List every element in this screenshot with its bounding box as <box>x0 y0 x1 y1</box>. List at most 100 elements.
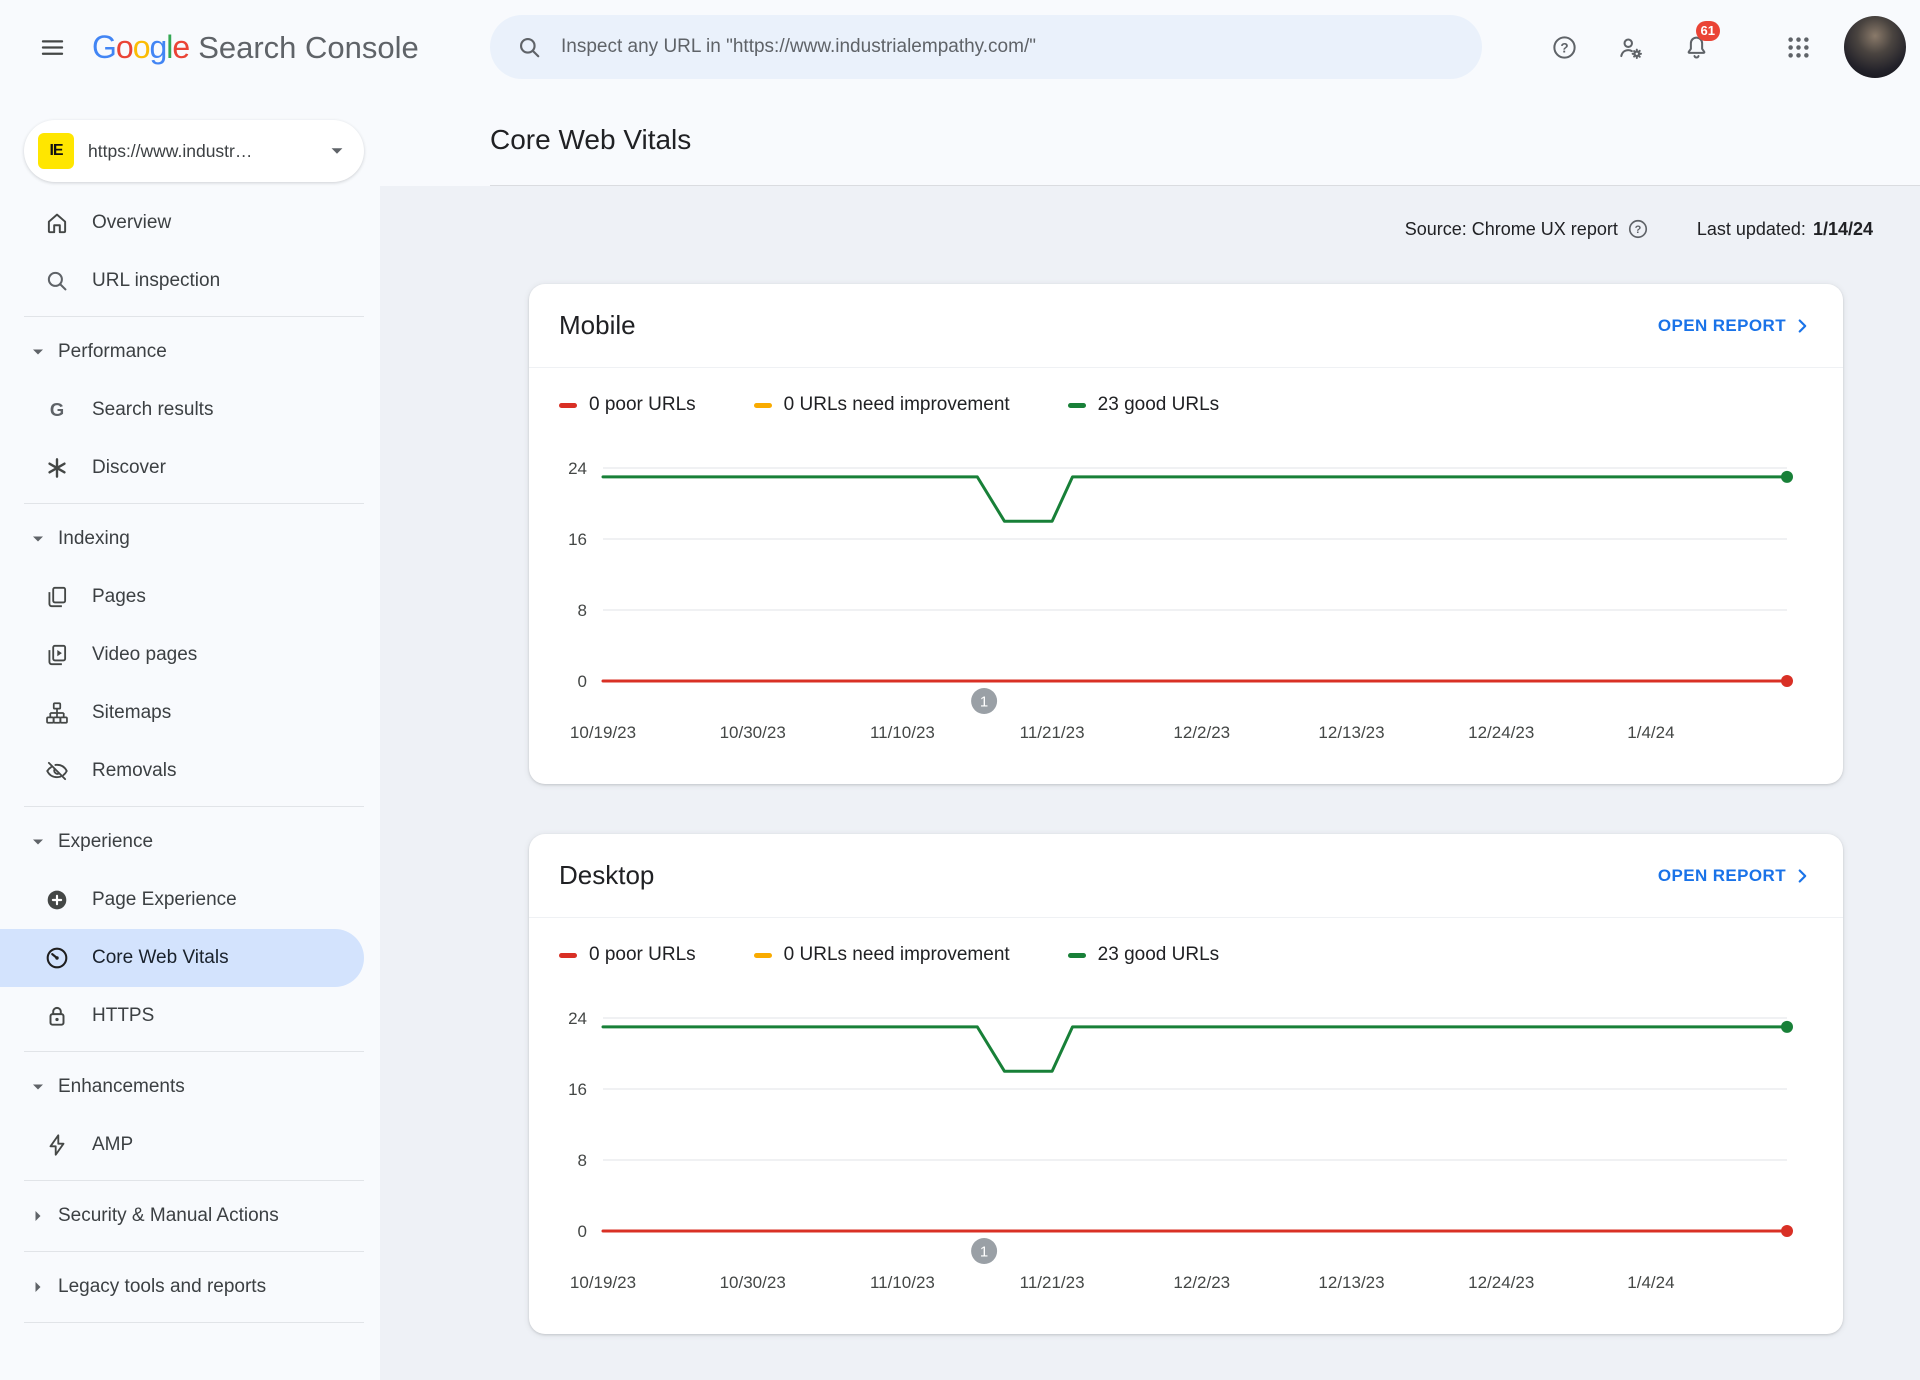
chevron-down-icon <box>26 830 50 854</box>
sidebar-item-label: Search results <box>92 399 214 420</box>
sidebar-divider <box>24 806 364 807</box>
legend-label: 0 URLs need improvement <box>783 944 1010 965</box>
chart-legend: 0 poor URLs 0 URLs need improvement 23 g… <box>559 394 1813 416</box>
chevron-down-icon <box>26 1075 50 1099</box>
legend-label: 23 good URLs <box>1097 394 1220 415</box>
google-logo-letter: o <box>132 28 151 65</box>
content-area: Source: Chrome UX report ? Last updated:… <box>380 186 1920 1380</box>
section-label: Experience <box>58 831 154 852</box>
card-header: Desktop OPEN REPORT <box>529 834 1843 918</box>
sidebar-item-video-pages[interactable]: Video pages <box>0 626 364 684</box>
legend-dash <box>753 402 772 408</box>
avatar[interactable] <box>1844 16 1906 78</box>
open-report-link[interactable]: OPEN REPORT <box>1658 865 1813 887</box>
x-tick-label: 12/2/23 <box>1173 1273 1230 1292</box>
apps-grid-icon <box>1785 34 1812 61</box>
brand: Google Search Console <box>92 29 419 66</box>
x-tick-label: 12/13/23 <box>1318 723 1384 742</box>
sidebar-section-enhancements[interactable]: Enhancements <box>0 1058 380 1116</box>
page-experience-icon <box>44 887 70 913</box>
card-title: Desktop <box>559 860 655 890</box>
sitemaps-icon <box>44 700 70 726</box>
sidebar-item-core-web-vitals[interactable]: Core Web Vitals <box>0 929 364 987</box>
sidebar-section-performance[interactable]: Performance <box>0 323 380 381</box>
sidebar-item-removals[interactable]: Removals <box>0 742 364 800</box>
legend-item: 0 poor URLs <box>559 394 696 416</box>
svg-text:?: ? <box>1560 40 1568 55</box>
sidebar-item-amp[interactable]: AMP <box>0 1116 364 1174</box>
property-selector[interactable]: IE https://www.industr… <box>24 120 364 182</box>
menu-button[interactable] <box>26 21 78 73</box>
legend-dash <box>1067 952 1086 958</box>
sidebar-nav: Overview URL inspection Performance G Search… <box>0 194 380 1323</box>
legend-item: 0 URLs need improvement <box>753 394 1010 416</box>
x-tick-label: 12/2/23 <box>1173 723 1230 742</box>
source-label: Source: Chrome UX report <box>1404 218 1618 239</box>
chart-desktop[interactable]: 0 8 16 24 10/19/23 10/30/23 11/10/23 11/21/23 12… <box>559 980 1813 1310</box>
apps-button[interactable] <box>1772 21 1824 73</box>
y-tick-label: 16 <box>568 530 587 549</box>
sidebar-item-https[interactable]: HTTPS <box>0 987 364 1045</box>
chevron-right-icon <box>26 1275 50 1299</box>
property-url: https://www.industr… <box>88 140 253 161</box>
notifications-button[interactable]: 61 <box>1670 21 1722 73</box>
removals-icon <box>44 758 70 784</box>
sidebar-item-page-experience[interactable]: Page Experience <box>0 871 364 929</box>
sidebar-section-legacy-tools-and-reports[interactable]: Legacy tools and reports <box>0 1258 380 1316</box>
url-inspection-searchbox[interactable]: Inspect any URL in "https://www.industri… <box>490 15 1482 79</box>
chevron-down-icon <box>26 527 50 551</box>
x-tick-label: 11/21/23 <box>1020 723 1085 742</box>
sidebar-item-label: Sitemaps <box>92 702 172 723</box>
sidebar-item-sitemaps[interactable]: Sitemaps <box>0 684 364 742</box>
sidebar-item-discover[interactable]: Discover <box>0 439 364 497</box>
sidebar-item-label: Pages <box>92 586 146 607</box>
sidebar-section-indexing[interactable]: Indexing <box>0 510 380 568</box>
x-tick-label: 1/4/24 <box>1627 723 1674 742</box>
legend-label: 0 poor URLs <box>589 394 696 415</box>
product-name: Search Console <box>198 29 419 65</box>
sidebar-divider <box>24 503 364 504</box>
sidebar-item-url-inspection[interactable]: URL inspection <box>0 252 364 310</box>
chevron-right-icon <box>26 1204 50 1228</box>
chart-legend: 0 poor URLs 0 URLs need improvement 23 g… <box>559 944 1813 966</box>
sidebar-item-search-results[interactable]: G Search results <box>0 381 364 439</box>
sidebar-item-label: Removals <box>92 760 177 781</box>
report-meta: Source: Chrome UX report ? Last updated:… <box>529 186 1873 240</box>
help-button[interactable]: ? <box>1538 21 1590 73</box>
sidebar-section-security-manual-actions[interactable]: Security & Manual Actions <box>0 1187 380 1245</box>
sidebar-divider <box>24 1051 364 1052</box>
y-tick-label: 16 <box>568 1080 587 1099</box>
section-label: Indexing <box>58 528 130 549</box>
chevron-right-icon <box>1791 865 1813 887</box>
sidebar-section-experience[interactable]: Experience <box>0 813 380 871</box>
legend-dash <box>1067 402 1086 408</box>
help-icon: ? <box>1551 34 1578 61</box>
legend-label: 0 poor URLs <box>589 944 696 965</box>
sidebar-item-label: Discover <box>92 457 166 478</box>
info-icon[interactable]: ? <box>1627 218 1649 240</box>
account-settings-button[interactable] <box>1604 21 1656 73</box>
y-tick-label: 0 <box>578 672 587 691</box>
video-icon <box>44 642 70 668</box>
google-search-console-app: Google Search Console Inspect any URL in… <box>0 0 1920 1380</box>
notification-badge: 61 <box>1695 21 1720 41</box>
legend-dash <box>753 952 772 958</box>
site-favicon: IE <box>38 133 74 169</box>
chart-mobile[interactable]: 0 8 16 24 10/19/23 10/30/23 11/10/23 11/21/23 12… <box>559 430 1813 760</box>
pages-icon <box>44 584 70 610</box>
topbar-actions: ? 61 <box>1538 0 1906 94</box>
x-tick-label: 12/24/23 <box>1468 1273 1534 1292</box>
sidebar-item-overview[interactable]: Overview <box>0 194 364 252</box>
poor-urls-endpoint <box>1781 1225 1793 1237</box>
cwv-line-chart: 0 8 16 24 10/19/23 10/30/23 11/10/23 11/21/23 12… <box>568 459 1793 742</box>
annotation-badge-label: 1 <box>980 1244 988 1261</box>
open-report-link[interactable]: OPEN REPORT <box>1658 315 1813 337</box>
sidebar-item-label: URL inspection <box>92 270 221 291</box>
legend-item: 0 URLs need improvement <box>753 944 1010 966</box>
x-tick-label: 10/19/23 <box>570 1273 636 1292</box>
section-label: Legacy tools and reports <box>58 1276 267 1297</box>
x-tick-label: 12/24/23 <box>1468 723 1534 742</box>
legend-item: 0 poor URLs <box>559 944 696 966</box>
sidebar-item-pages[interactable]: Pages <box>0 568 364 626</box>
sidebar-item-label: Video pages <box>92 644 198 665</box>
